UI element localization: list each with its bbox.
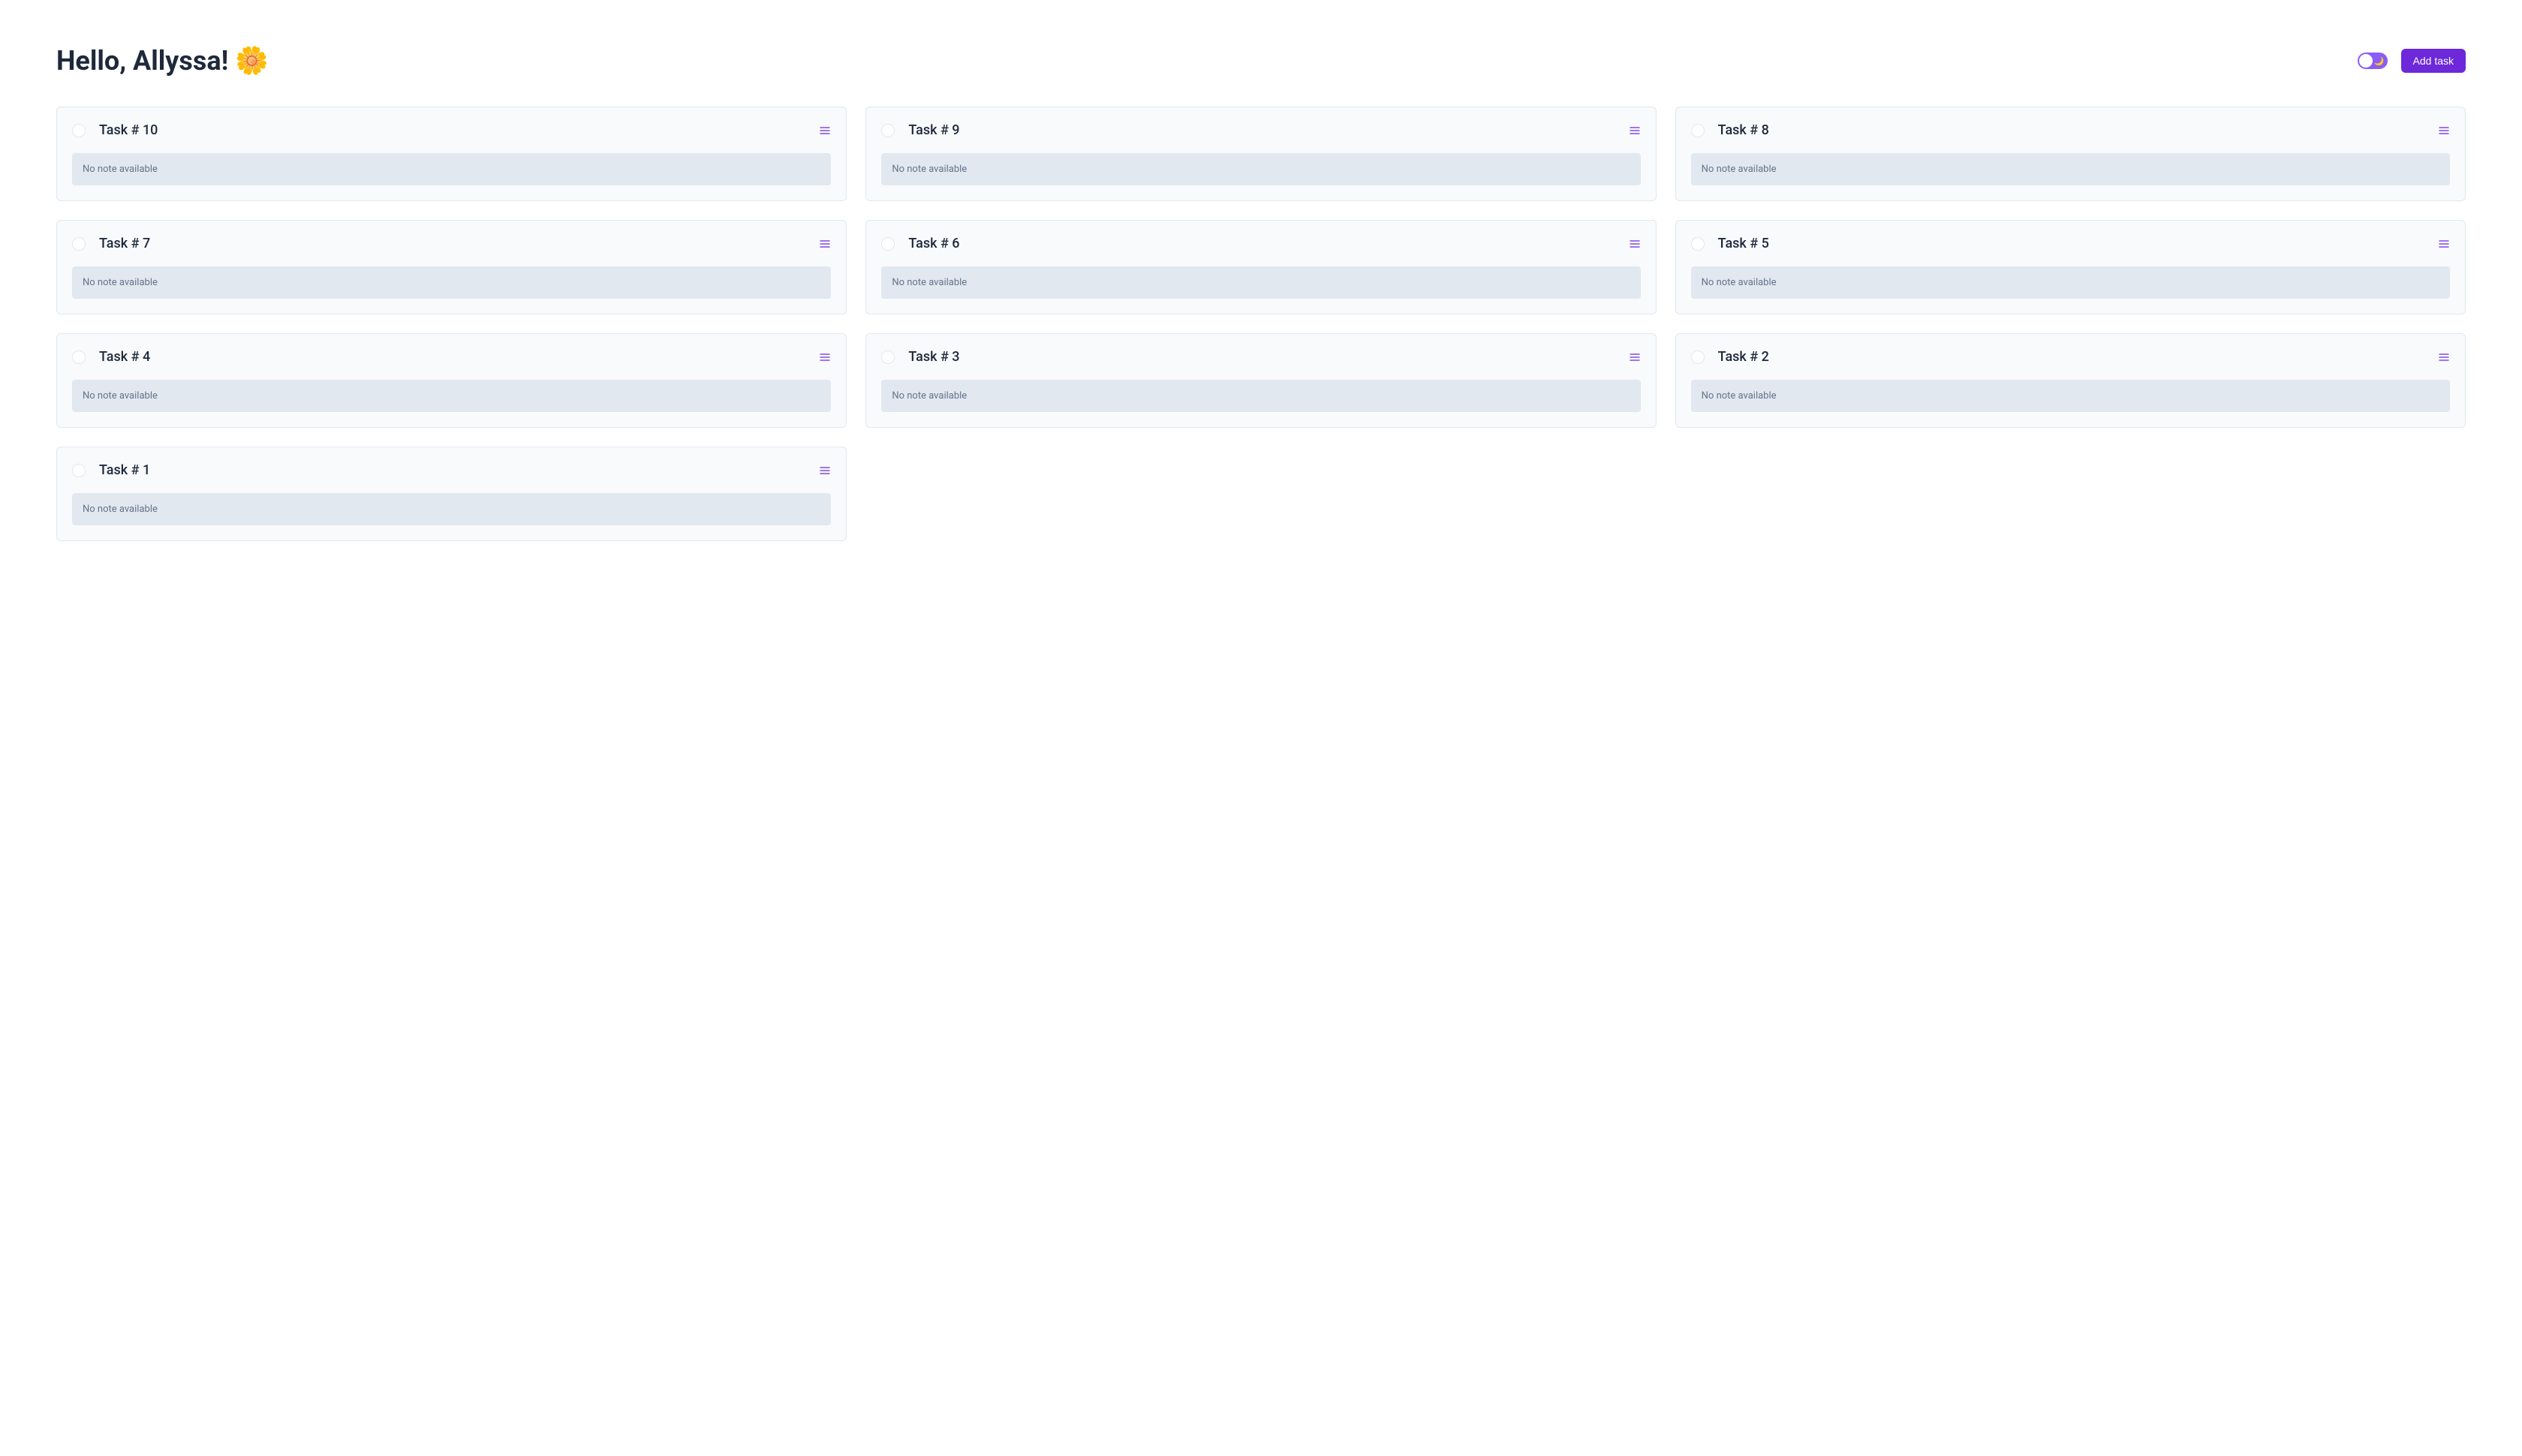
task-note: No note available — [72, 153, 831, 185]
task-header: Task # 6 — [881, 236, 1640, 251]
task-note: No note available — [881, 153, 1640, 185]
moon-icon: 🌙 — [2374, 56, 2385, 66]
task-left: Task # 10 — [72, 122, 158, 138]
task-left: Task # 7 — [72, 236, 150, 251]
task-checkbox[interactable] — [72, 124, 86, 137]
toggle-circle — [2359, 54, 2373, 68]
task-card: Task # 3 No note available — [865, 333, 1656, 428]
task-card: Task # 4 No note available — [56, 333, 847, 428]
task-note: No note available — [881, 266, 1640, 299]
task-left: Task # 1 — [72, 462, 150, 478]
task-note: No note available — [72, 266, 831, 299]
task-checkbox[interactable] — [881, 237, 895, 251]
task-title: Task # 10 — [99, 122, 158, 138]
task-checkbox[interactable] — [881, 350, 895, 364]
task-header: Task # 2 — [1691, 349, 2450, 365]
task-header: Task # 10 — [72, 122, 831, 138]
task-checkbox[interactable] — [1691, 237, 1705, 251]
menu-icon[interactable] — [2438, 351, 2450, 363]
task-note: No note available — [1691, 153, 2450, 185]
task-card: Task # 7 No note available — [56, 220, 847, 314]
task-note: No note available — [1691, 266, 2450, 299]
task-note: No note available — [881, 380, 1640, 412]
task-title: Task # 9 — [908, 122, 959, 138]
task-card: Task # 2 No note available — [1675, 333, 2466, 428]
theme-toggle[interactable]: 🌙 — [2358, 53, 2388, 69]
greeting-title: Hello, Allyssa! 🌼 — [56, 45, 269, 77]
task-note: No note available — [1691, 380, 2450, 412]
menu-icon[interactable] — [1629, 238, 1641, 250]
task-checkbox[interactable] — [72, 350, 86, 364]
task-card: Task # 8 No note available — [1675, 107, 2466, 201]
task-left: Task # 6 — [881, 236, 959, 251]
task-header: Task # 4 — [72, 349, 831, 365]
task-header: Task # 7 — [72, 236, 831, 251]
menu-icon[interactable] — [819, 238, 831, 250]
task-note: No note available — [72, 380, 831, 412]
task-checkbox[interactable] — [72, 464, 86, 477]
task-header: Task # 3 — [881, 349, 1640, 365]
task-card: Task # 10 No note available — [56, 107, 847, 201]
menu-icon[interactable] — [1629, 351, 1641, 363]
task-title: Task # 3 — [908, 349, 959, 365]
task-title: Task # 4 — [99, 349, 150, 365]
task-left: Task # 9 — [881, 122, 959, 138]
task-header: Task # 5 — [1691, 236, 2450, 251]
task-left: Task # 3 — [881, 349, 959, 365]
menu-icon[interactable] — [819, 125, 831, 137]
task-header: Task # 8 — [1691, 122, 2450, 138]
task-left: Task # 8 — [1691, 122, 1769, 138]
task-checkbox[interactable] — [1691, 350, 1705, 364]
menu-icon[interactable] — [1629, 125, 1641, 137]
menu-icon[interactable] — [2438, 125, 2450, 137]
task-title: Task # 8 — [1718, 122, 1769, 138]
task-title: Task # 6 — [908, 236, 959, 251]
task-card: Task # 9 No note available — [865, 107, 1656, 201]
task-left: Task # 2 — [1691, 349, 1769, 365]
task-title: Task # 5 — [1718, 236, 1769, 251]
task-left: Task # 4 — [72, 349, 150, 365]
task-checkbox[interactable] — [881, 124, 895, 137]
task-title: Task # 1 — [99, 462, 150, 478]
task-note: No note available — [72, 493, 831, 525]
header-actions: 🌙 Add task — [2358, 49, 2466, 73]
task-checkbox[interactable] — [1691, 124, 1705, 137]
task-checkbox[interactable] — [72, 237, 86, 251]
task-left: Task # 5 — [1691, 236, 1769, 251]
task-grid: Task # 10 No note available Task # 9 No … — [56, 107, 2466, 541]
task-header: Task # 1 — [72, 462, 831, 478]
menu-icon[interactable] — [819, 351, 831, 363]
task-title: Task # 2 — [1718, 349, 1769, 365]
page-header: Hello, Allyssa! 🌼 🌙 Add task — [56, 45, 2466, 77]
add-task-button[interactable]: Add task — [2401, 49, 2466, 73]
task-title: Task # 7 — [99, 236, 150, 251]
task-card: Task # 5 No note available — [1675, 220, 2466, 314]
task-card: Task # 1 No note available — [56, 447, 847, 541]
menu-icon[interactable] — [819, 465, 831, 477]
task-header: Task # 9 — [881, 122, 1640, 138]
task-card: Task # 6 No note available — [865, 220, 1656, 314]
menu-icon[interactable] — [2438, 238, 2450, 250]
